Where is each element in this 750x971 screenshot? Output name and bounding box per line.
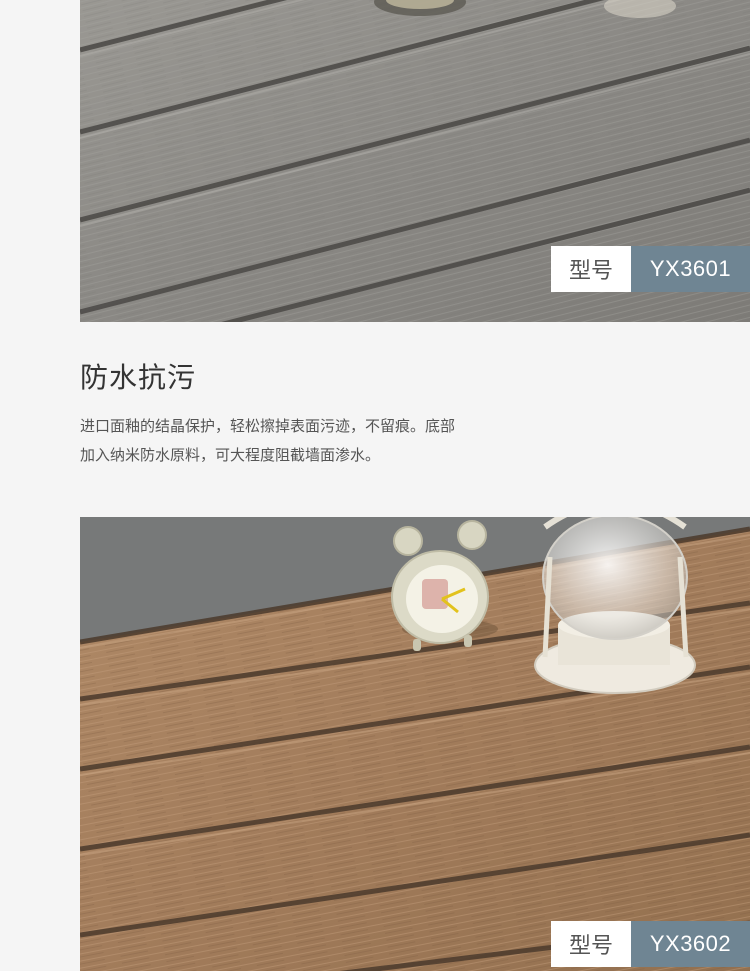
product-photo-grey-wood: 型号 YX3601 [80,0,750,322]
feature-description-line: 进口面釉的结晶保护，轻松擦掉表面污迹，不留痕。底部 [80,417,456,435]
model-tag: 型号 YX3602 [551,921,750,967]
model-tag-label: 型号 [551,921,631,967]
feature-description: 进口面釉的结晶保护，轻松擦掉表面污迹，不留痕。底部 加入纳米防水原料，可大程度阻… [80,412,550,470]
model-number: YX3602 [631,921,750,967]
feature-title: 防水抗污 [80,361,197,394]
feature-description-line: 加入纳米防水原料，可大程度阻截墙面渗水。 [80,446,381,464]
model-tag-label: 型号 [551,246,631,292]
glass-lantern-prop [534,517,696,694]
product-photo-brown-wood: 型号 YX3602 [80,517,750,971]
model-number: YX3601 [631,246,750,292]
model-tag: 型号 YX3601 [551,246,750,292]
brown-wood-tile-image [80,517,750,971]
